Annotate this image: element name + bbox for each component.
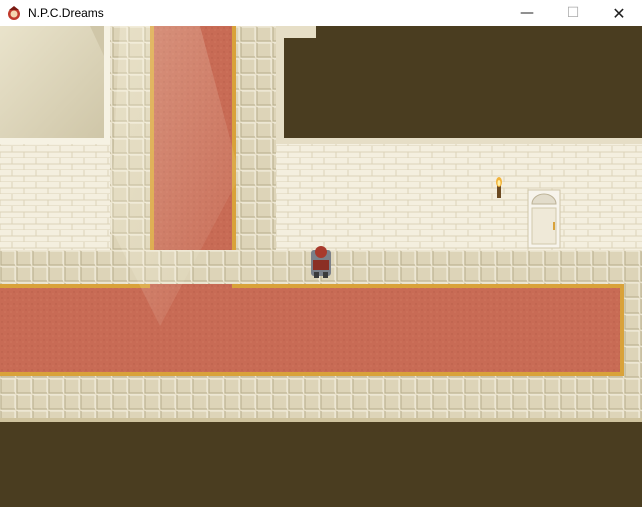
game-scene[interactable] [0,26,642,507]
lower-floor-strip [0,376,642,420]
close-button[interactable]: ✕ [596,0,642,26]
right-brick-wall [276,144,642,250]
title-bar[interactable]: N.P.C.Dreams — ☐ ✕ [0,0,642,26]
close-icon: ✕ [612,3,626,23]
maximize-button[interactable]: ☐ [550,0,596,26]
door[interactable] [527,189,561,249]
upper-right-void [276,26,642,144]
right-tile-column [236,26,276,254]
player-character[interactable] [311,246,331,278]
horizontal-carpet [0,284,624,376]
minimize-icon: — [520,5,534,21]
lower-void [0,422,642,507]
minimize-button[interactable]: — [504,0,550,26]
game-window: N.P.C.Dreams — ☐ ✕ [0,0,642,507]
game-viewport[interactable] [0,26,642,507]
maximize-icon: ☐ [566,5,580,21]
right-edge-tiles [624,284,642,376]
app-icon [8,6,20,20]
window-title: N.P.C.Dreams [28,6,104,20]
left-brick-wall [0,144,112,250]
